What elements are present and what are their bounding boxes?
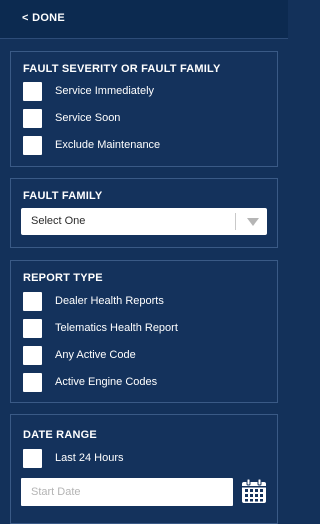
checkbox-telematics-health-report[interactable]: Telematics Health Report — [23, 319, 263, 339]
checkbox[interactable] — [23, 109, 42, 128]
select-value: Select One — [31, 215, 86, 227]
fault-severity-section: FAULT SEVERITY OR FAULT FAMILY Service I… — [10, 51, 278, 167]
date-range-section: DATE RANGE Last 24 Hours — [10, 414, 278, 524]
checkbox-label: Exclude Maintenance — [55, 139, 161, 151]
checkbox-label: Last 24 Hours — [55, 452, 124, 464]
checkbox-label: Telematics Health Report — [55, 322, 178, 334]
section-title: REPORT TYPE — [23, 272, 103, 284]
start-date-input[interactable] — [21, 478, 233, 506]
fault-family-select[interactable]: Select One — [21, 208, 267, 235]
checkbox[interactable] — [23, 136, 42, 155]
top-bar: < DONE — [0, 0, 288, 38]
checkbox-service-soon[interactable]: Service Soon — [23, 109, 263, 129]
checkbox[interactable] — [23, 319, 42, 338]
checkbox-last-24-hours[interactable]: Last 24 Hours — [23, 449, 263, 469]
checkbox-label: Active Engine Codes — [55, 376, 158, 388]
report-type-section: REPORT TYPE Dealer Health Reports Telema… — [10, 260, 278, 403]
checkbox[interactable] — [23, 292, 42, 311]
checkbox-label: Service Immediately — [55, 85, 155, 97]
start-date-field[interactable] — [21, 478, 233, 506]
fault-family-section: FAULT FAMILY Select One — [10, 178, 278, 248]
checkbox-label: Any Active Code — [55, 349, 136, 361]
checkbox-any-active-code[interactable]: Any Active Code — [23, 346, 263, 366]
select-divider — [235, 213, 236, 230]
checkbox-active-engine-codes[interactable]: Active Engine Codes — [23, 373, 263, 393]
checkbox-dealer-health-reports[interactable]: Dealer Health Reports — [23, 292, 263, 312]
section-title: FAULT FAMILY — [23, 190, 103, 202]
chevron-down-icon[interactable] — [247, 218, 259, 226]
checkbox[interactable] — [23, 449, 42, 468]
section-title: DATE RANGE — [23, 429, 97, 441]
checkbox[interactable] — [23, 82, 42, 101]
checkbox-label: Service Soon — [55, 112, 121, 124]
checkbox[interactable] — [23, 346, 42, 365]
checkbox[interactable] — [23, 373, 42, 392]
done-button[interactable]: < DONE — [22, 12, 65, 24]
checkbox-exclude-maintenance[interactable]: Exclude Maintenance — [23, 136, 263, 156]
section-title: FAULT SEVERITY OR FAULT FAMILY — [23, 63, 221, 75]
checkbox-service-immediately[interactable]: Service Immediately — [23, 82, 263, 102]
checkbox-label: Dealer Health Reports — [55, 295, 164, 307]
calendar-icon[interactable] — [241, 478, 267, 504]
divider — [0, 38, 288, 39]
